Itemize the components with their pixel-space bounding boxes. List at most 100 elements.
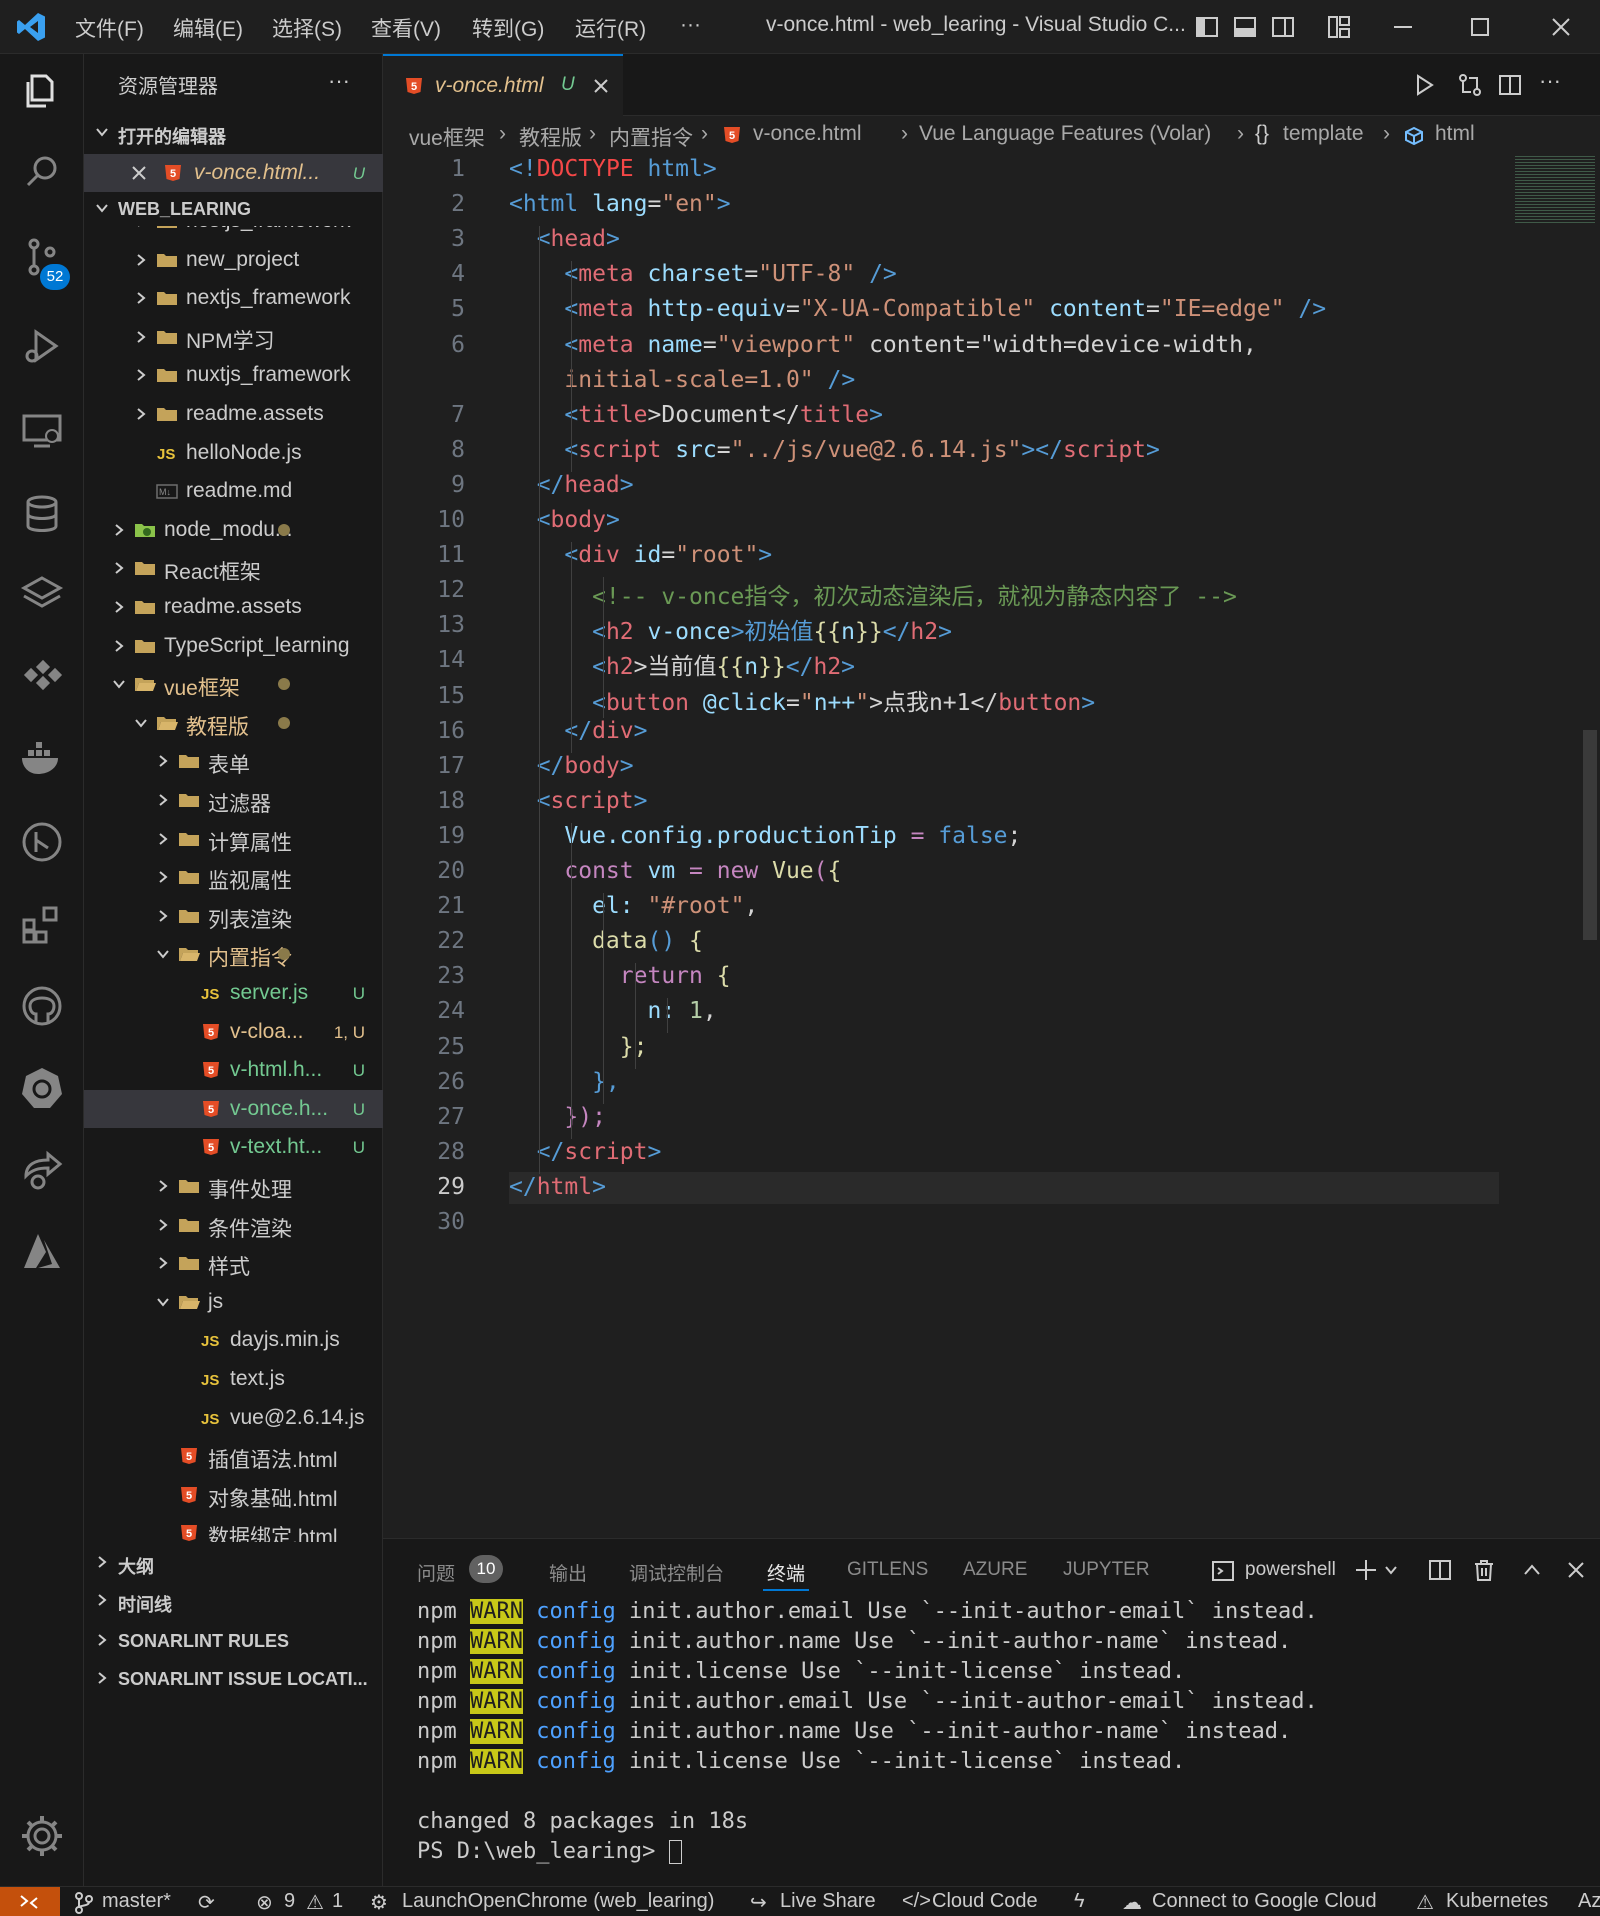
tree-file[interactable]: 5 v-once.h... U [84,1089,383,1128]
close-tab-icon[interactable] [593,78,609,94]
run-icon[interactable] [1411,72,1437,98]
tree-folder[interactable]: js [84,1283,383,1321]
tree-folder[interactable]: 表单 [84,742,383,780]
tab-azure[interactable]: AZURE [963,1559,1027,1581]
close-editor-icon[interactable] [132,166,146,180]
editor-more-button[interactable]: ··· [1539,68,1561,94]
minimize-icon[interactable] [1390,14,1416,40]
tree-folder[interactable]: nuxtjs_framework [84,356,383,394]
menu-selection[interactable]: 选择(S) [272,13,342,43]
breadcrumb-item[interactable]: v-once.html [753,122,862,146]
azure-status[interactable]: Az [1578,1890,1600,1913]
tree-folder[interactable]: readme.assets [84,395,383,433]
tree-file[interactable]: 5 v-text.ht... U [84,1128,383,1166]
tab-problems[interactable]: 问题 [417,1559,455,1586]
open-editors-section[interactable]: 打开的编辑器 [84,118,383,148]
sonarlint-rules-section[interactable]: SONARLINT RULES [84,1626,383,1656]
kubernetes[interactable]: Kubernetes [1446,1890,1548,1913]
tree-folder[interactable]: node_modu... [84,511,383,549]
tree-file[interactable]: JS text.js [84,1360,383,1398]
extensions-grid-icon[interactable] [18,652,66,700]
explorer-more-button[interactable]: ··· [328,68,350,94]
tree-folder[interactable]: new_project [84,241,383,279]
new-terminal-plus-icon[interactable] [1353,1557,1379,1583]
tree-folder[interactable]: 过滤器 [84,781,383,819]
customize-layout-icon[interactable] [1326,14,1352,40]
lightning-icon[interactable]: ϟ [1074,1890,1085,1913]
tree-folder[interactable]: nextjs_framework [84,279,383,317]
tab-v-once[interactable]: 5 v-once.html U [383,54,623,116]
toggle-panel-icon[interactable] [1232,14,1258,40]
tree-file[interactable]: JS vue@2.6.14.js [84,1399,383,1437]
tree-file[interactable]: 5 数据绑定.html [84,1514,383,1542]
tab-output[interactable]: 输出 [549,1559,587,1586]
menu-run[interactable]: 运行(R) [575,13,646,43]
azure-icon[interactable] [18,1228,66,1276]
menu-view[interactable]: 查看(V) [371,13,441,43]
close-window-icon[interactable] [1548,14,1574,40]
tree-folder[interactable]: 监视属性 [84,858,383,896]
tree-file[interactable]: 5 v-html.h... U [84,1051,383,1089]
split-editor-icon[interactable] [1497,72,1523,98]
maximize-icon[interactable] [1467,14,1493,40]
trash-icon[interactable] [1471,1557,1497,1583]
tab-jupyter[interactable]: JUPYTER [1063,1559,1150,1581]
breadcrumb-item[interactable]: template [1283,122,1364,146]
terminal-prompt[interactable]: PS D:\web_learing> [417,1839,682,1864]
run-debug-icon[interactable] [18,322,66,370]
tree-file[interactable]: JS dayjs.min.js [84,1321,383,1359]
tree-file[interactable]: JS helloNode.js [84,434,383,472]
open-editor-item[interactable]: 5 v-once.html... U [84,154,383,192]
tree-file[interactable]: 5 v-cloa... 1, U [84,1013,383,1051]
breadcrumb-item[interactable]: Vue Language Features (Volar) [919,122,1211,146]
code-editor[interactable]: 1 <!DOCTYPE html> 2 <html lang="en"> 3 <head… [383,154,1600,1538]
maximize-panel-icon[interactable] [1519,1557,1545,1583]
launch-config[interactable]: LaunchOpenChrome (web_learing) [402,1890,714,1913]
search-icon[interactable] [18,148,66,196]
tree-folder[interactable]: 列表渲染 [84,897,383,935]
tree-folder[interactable]: 内置指令 [84,935,383,973]
github-icon[interactable] [18,982,66,1030]
breadcrumb-item[interactable]: html [1435,122,1475,146]
tree-folder[interactable]: TypeScript_learning [84,627,383,665]
remote-explorer-icon[interactable] [18,406,66,454]
shell-name[interactable]: powershell [1245,1559,1336,1581]
docker-icon[interactable] [18,734,66,782]
tree-folder[interactable]: 条件渲染 [84,1206,383,1244]
tab-gitlens[interactable]: GITLENS [847,1559,928,1581]
tree-folder[interactable]: 计算属性 [84,820,383,858]
settings-gear-icon[interactable] [18,1812,66,1860]
tree-folder[interactable]: React框架 [84,549,383,587]
tree-file[interactable]: JS server.js U [84,974,383,1012]
remote-indicator[interactable] [0,1887,60,1916]
editor-scrollbar[interactable] [1583,730,1597,940]
database-icon[interactable] [18,490,66,538]
breadcrumb-item[interactable]: 内置指令 [609,122,693,152]
warning-count[interactable]: 1 [332,1890,343,1913]
close-panel-icon[interactable] [1563,1557,1589,1583]
tree-folder[interactable]: vue框架 [84,665,383,703]
tree-file[interactable]: 5 对象基础.html [84,1476,383,1514]
workspace-section[interactable]: WEB_LEARING [84,194,383,224]
sync-icon[interactable]: ⟳ [198,1890,215,1915]
extensions-icon[interactable] [18,900,66,948]
explorer-icon[interactable] [18,66,66,114]
google-cloud[interactable]: Connect to Google Cloud [1152,1890,1377,1913]
chevron-down-icon[interactable] [1383,1563,1399,1577]
compare-changes-icon[interactable] [1457,72,1483,98]
timeline-section[interactable]: 时间线 [84,1586,383,1616]
tree-file[interactable]: 5 插值语法.html [84,1437,383,1475]
breadcrumb-item[interactable]: vue框架 [409,122,485,152]
git-graph-icon[interactable] [18,818,66,866]
live-share-icon[interactable] [18,1146,66,1194]
tree-folder[interactable]: NPM学习 [84,318,383,356]
menu-edit[interactable]: 编辑(E) [173,13,243,43]
layers-icon[interactable] [18,570,66,618]
outline-section[interactable]: 大纲 [84,1548,383,1578]
menu-file[interactable]: 文件(F) [75,13,144,43]
live-share[interactable]: Live Share [780,1890,876,1913]
tab-debug-console[interactable]: 调试控制台 [629,1559,724,1586]
breadcrumb-item[interactable]: 教程版 [519,122,582,152]
split-terminal-icon[interactable] [1427,1557,1453,1583]
tree-folder[interactable]: 教程版 [84,704,383,742]
